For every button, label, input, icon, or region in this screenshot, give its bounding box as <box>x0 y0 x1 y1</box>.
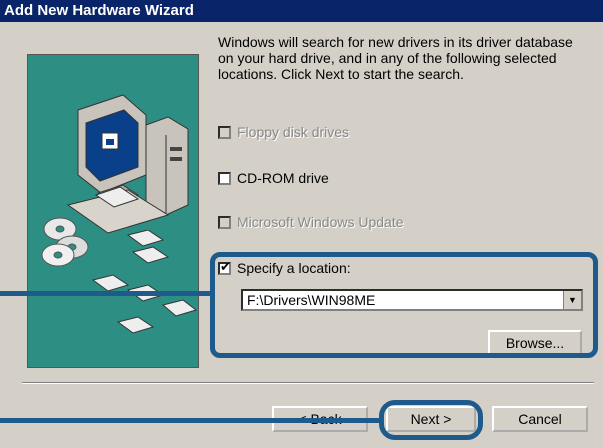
location-highlight <box>210 252 598 358</box>
wizard-window: Add New Hardware Wizard Windows will sea… <box>0 0 603 448</box>
windows-update-label: Microsoft Windows Update <box>237 214 404 230</box>
cancel-button[interactable]: Cancel <box>492 406 588 432</box>
cdrom-label[interactable]: CD-ROM drive <box>237 170 329 186</box>
next-highlight <box>379 400 483 440</box>
cdrom-checkbox[interactable] <box>218 171 231 185</box>
next-pointer-line <box>0 418 380 423</box>
instructions-text: Windows will search for new drivers in i… <box>218 34 573 82</box>
floppy-checkbox <box>218 125 231 139</box>
option-cdrom[interactable]: CD-ROM drive <box>218 170 329 186</box>
option-floppy: Floppy disk drives <box>218 124 349 140</box>
separator-line <box>22 382 594 384</box>
option-windows-update: Microsoft Windows Update <box>218 214 404 230</box>
location-pointer-line <box>0 291 212 296</box>
title-bar: Add New Hardware Wizard <box>0 0 603 22</box>
windows-update-checkbox <box>218 215 231 229</box>
wizard-illustration <box>27 54 199 368</box>
floppy-label: Floppy disk drives <box>237 124 350 140</box>
